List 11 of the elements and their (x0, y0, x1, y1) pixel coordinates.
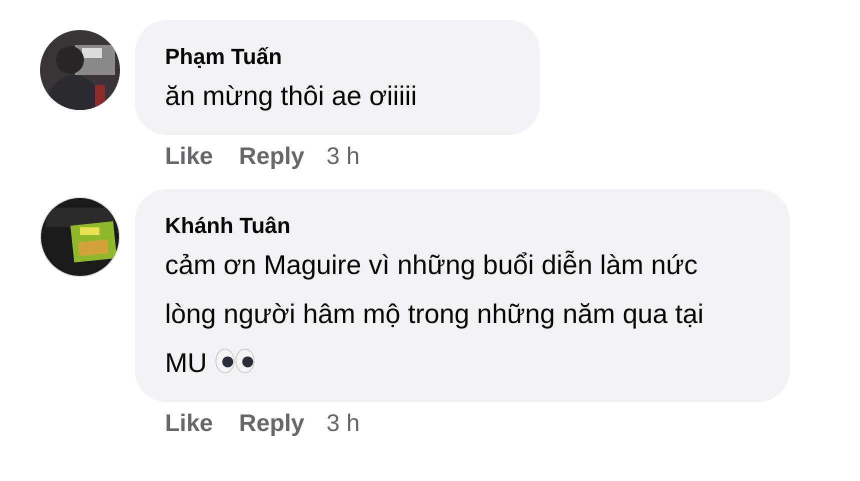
comment-text: cảm ơn Maguire vì những buổi diễn làm nức lòng người hâm mộ trong những năm qua tại MU (165, 249, 705, 380)
author-name[interactable]: Khánh Tuân (165, 211, 290, 241)
reply-link[interactable]: Reply (239, 139, 304, 175)
eyes-icon (215, 348, 255, 374)
comment-time[interactable]: 3 h (326, 139, 360, 175)
author-name[interactable]: Phạm Tuấn (165, 42, 282, 72)
comment-time[interactable]: 3 h (326, 406, 360, 442)
comment-text: ăn mừng thôi ae ơiiiii (165, 80, 417, 113)
like-link[interactable]: Like (165, 139, 214, 175)
reply-link[interactable]: Reply (239, 406, 304, 442)
like-link[interactable]: Like (165, 406, 214, 442)
